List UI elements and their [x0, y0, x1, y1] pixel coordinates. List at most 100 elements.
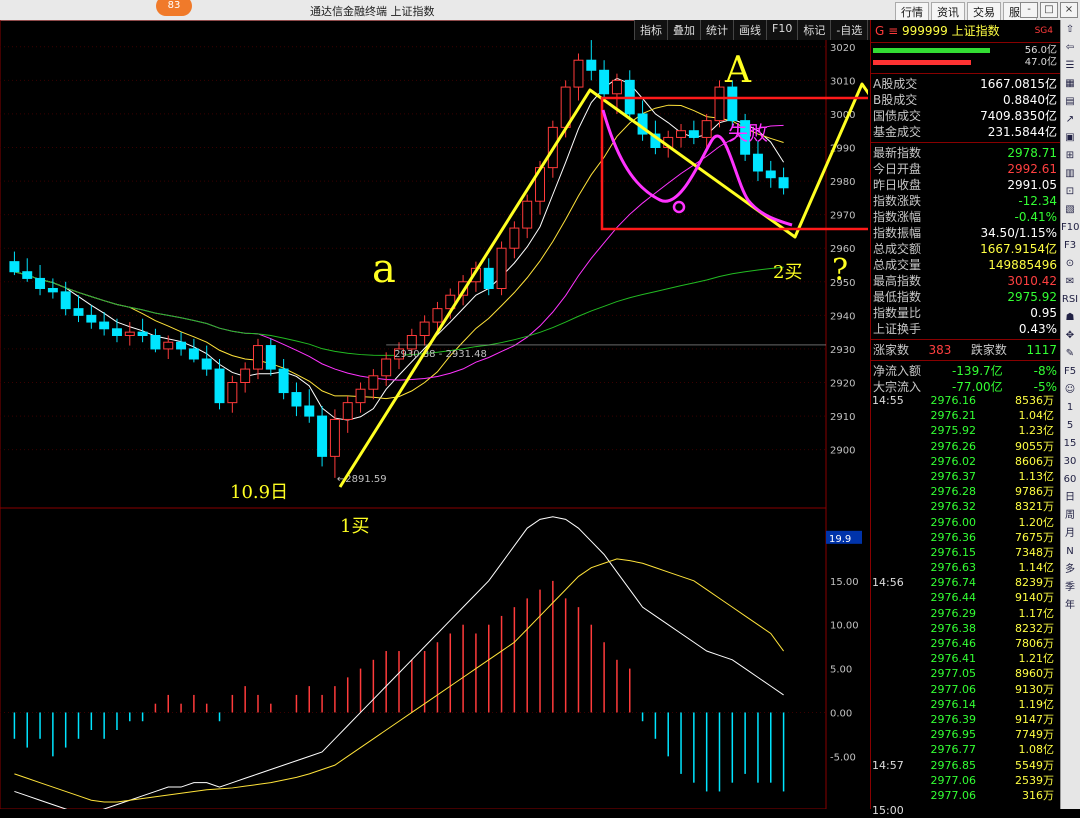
tick-row[interactable]: 2976.38 8232万	[870, 621, 1060, 636]
sidebar-tool-18[interactable]: ✎	[1061, 345, 1079, 362]
kline-chart[interactable]: 3020301030002990298029702960295029402930…	[0, 19, 1042, 814]
menu-quotes[interactable]: 行情	[895, 2, 929, 22]
minimize-button[interactable]: -	[1020, 2, 1038, 18]
menu-trade[interactable]: 交易	[967, 2, 1001, 22]
sidebar-tool-25[interactable]: 60	[1061, 471, 1079, 488]
tick-time: 14:57	[872, 758, 904, 772]
toolbar-mark[interactable]: 标记	[797, 20, 831, 40]
tick-row[interactable]: 2976.00 1.20亿	[870, 515, 1060, 530]
tick-row[interactable]: 14:57 2976.85 5549万	[870, 758, 1060, 773]
tick-volume: 1.04亿	[1018, 409, 1055, 423]
toolbar-watchlist[interactable]: -自选	[830, 20, 868, 40]
tick-row[interactable]: 2976.44 9140万	[870, 590, 1060, 605]
tick-row[interactable]: 2976.28 9786万	[870, 484, 1060, 499]
tick-row[interactable]: 2977.05 8960万	[870, 666, 1060, 681]
tick-row[interactable]: 2975.92 1.23亿	[870, 423, 1060, 438]
sidebar-tool-3[interactable]: ▦	[1061, 75, 1079, 92]
tick-row[interactable]: 2977.06 9130万	[870, 682, 1060, 697]
sidebar-tool-6[interactable]: ▣	[1061, 129, 1079, 146]
stat-value: 1667.9154亿	[980, 242, 1057, 256]
sidebar-tool-20[interactable]: ☺	[1061, 381, 1079, 398]
tick-row[interactable]: 2976.32 8321万	[870, 499, 1060, 514]
sidebar-tool-21[interactable]: 1	[1061, 399, 1079, 416]
sidebar-tool-19[interactable]: F5	[1061, 363, 1079, 380]
sidebar-tool-22[interactable]: 5	[1061, 417, 1079, 434]
sidebar-tool-7[interactable]: ⊞	[1061, 147, 1079, 164]
tick-row[interactable]: 2976.15 7348万	[870, 545, 1060, 560]
sidebar-tool-23[interactable]: 15	[1061, 435, 1079, 452]
tick-row[interactable]: 2976.41 1.21亿	[870, 651, 1060, 666]
toolbar-f10[interactable]: F10	[766, 20, 798, 40]
menu-news[interactable]: 资讯	[931, 2, 965, 22]
notification-badge[interactable]: 83	[156, 0, 192, 16]
tick-time	[870, 469, 928, 484]
tick-row[interactable]: 2976.39 9147万	[870, 712, 1060, 727]
tick-row[interactable]: 15:00	[870, 803, 1060, 818]
toolbar-overlay[interactable]: 叠加	[667, 20, 700, 40]
stat-label: A股成交	[873, 77, 918, 91]
tick-volume: 7348万	[1015, 545, 1054, 559]
tick-row[interactable]: 14:55 2976.16 8536万	[870, 393, 1060, 408]
tick-row[interactable]: 2976.95 7749万	[870, 727, 1060, 742]
tick-row[interactable]: 2977.06 316万	[870, 788, 1060, 803]
sidebar-tool-30[interactable]: 多	[1061, 561, 1079, 578]
tick-row[interactable]: 2976.36 7675万	[870, 530, 1060, 545]
sidebar-tool-0[interactable]: ⇧	[1061, 21, 1079, 38]
tick-row[interactable]: 2977.06 2539万	[870, 773, 1060, 788]
sidebar-tool-10[interactable]: ▧	[1061, 201, 1079, 218]
stat-value: 0.43%	[1018, 322, 1057, 336]
flow-label: 净流入额	[873, 364, 922, 378]
sidebar-tool-5[interactable]: ↗	[1061, 111, 1079, 128]
sidebar-tool-1[interactable]: ⇦	[1061, 39, 1079, 56]
tick-row[interactable]: 2976.14 1.19亿	[870, 697, 1060, 712]
tick-time	[870, 742, 928, 757]
toolbar-draw[interactable]: 画线	[733, 20, 766, 40]
close-button[interactable]: ×	[1060, 2, 1078, 18]
toolbar-indicator[interactable]: 指标	[634, 20, 667, 40]
candle-body	[342, 402, 353, 420]
sidebar-tool-26[interactable]: 日	[1061, 489, 1079, 506]
sidebar-tool-29[interactable]: N	[1061, 543, 1079, 560]
kline-chart-area[interactable]: 3020 3010 3000 2990 2980 2970 2960 2950 2940 2930…	[0, 19, 1042, 814]
price-tick-label: 2980	[830, 177, 855, 188]
tick-row[interactable]: 2976.77 1.08亿	[870, 742, 1060, 757]
tick-volume: 8321万	[1015, 500, 1054, 514]
sidebar-tool-16[interactable]: ☗	[1061, 309, 1079, 326]
maximize-button[interactable]: □	[1040, 2, 1058, 18]
stat-label: 最新指数	[873, 146, 922, 160]
sidebar-tool-32[interactable]: 年	[1061, 597, 1079, 614]
tick-volume: 2539万	[1015, 773, 1054, 787]
tick-row[interactable]: 2976.26 9055万	[870, 439, 1060, 454]
sidebar-tool-13[interactable]: ⊙	[1061, 255, 1079, 272]
sidebar-tool-15[interactable]: RSI	[1061, 291, 1079, 308]
sidebar-tool-14[interactable]: ✉	[1061, 273, 1079, 290]
tick-list[interactable]: 14:55 2976.16 8536万 2976.21 1.04亿 2975.92 1.23…	[870, 393, 1060, 818]
tick-row[interactable]: 2976.02 8606万	[870, 454, 1060, 469]
sidebar-tool-2[interactable]: ☰	[1061, 57, 1079, 74]
sidebar-tool-12[interactable]: F3	[1061, 237, 1079, 254]
sidebar-tool-8[interactable]: ▥	[1061, 165, 1079, 182]
sidebar-tool-4[interactable]: ▤	[1061, 93, 1079, 110]
sidebar-tool-9[interactable]: ⊡	[1061, 183, 1079, 200]
sidebar-tool-27[interactable]: 周	[1061, 507, 1079, 524]
tick-row[interactable]: 14:56 2976.74 8239万	[870, 575, 1060, 590]
tick-price: 2976.74	[930, 576, 977, 590]
tick-row[interactable]: 2976.63 1.14亿	[870, 560, 1060, 575]
tick-time: 15:00	[872, 804, 904, 818]
sidebar-tool-17[interactable]: ✥	[1061, 327, 1079, 344]
tick-volume: 8606万	[1015, 454, 1054, 468]
tick-row[interactable]: 2976.29 1.17亿	[870, 606, 1060, 621]
toolbar-statistics[interactable]: 统计	[700, 20, 733, 40]
candle-body	[432, 308, 443, 323]
tick-row[interactable]: 2976.46 7806万	[870, 636, 1060, 651]
tick-row[interactable]: 2976.37 1.13亿	[870, 469, 1060, 484]
sidebar-tool-24[interactable]: 30	[1061, 453, 1079, 470]
tick-row[interactable]: 2976.21 1.04亿	[870, 408, 1060, 423]
sidebar-tool-28[interactable]: 月	[1061, 525, 1079, 542]
sidebar-tool-11[interactable]: F10	[1061, 219, 1079, 236]
candle-body	[201, 358, 212, 370]
candle-body	[317, 415, 328, 457]
tick-volume: 1.21亿	[1018, 652, 1055, 666]
sidebar-tool-31[interactable]: 季	[1061, 579, 1079, 596]
price-tick-label: 2970	[830, 211, 855, 222]
